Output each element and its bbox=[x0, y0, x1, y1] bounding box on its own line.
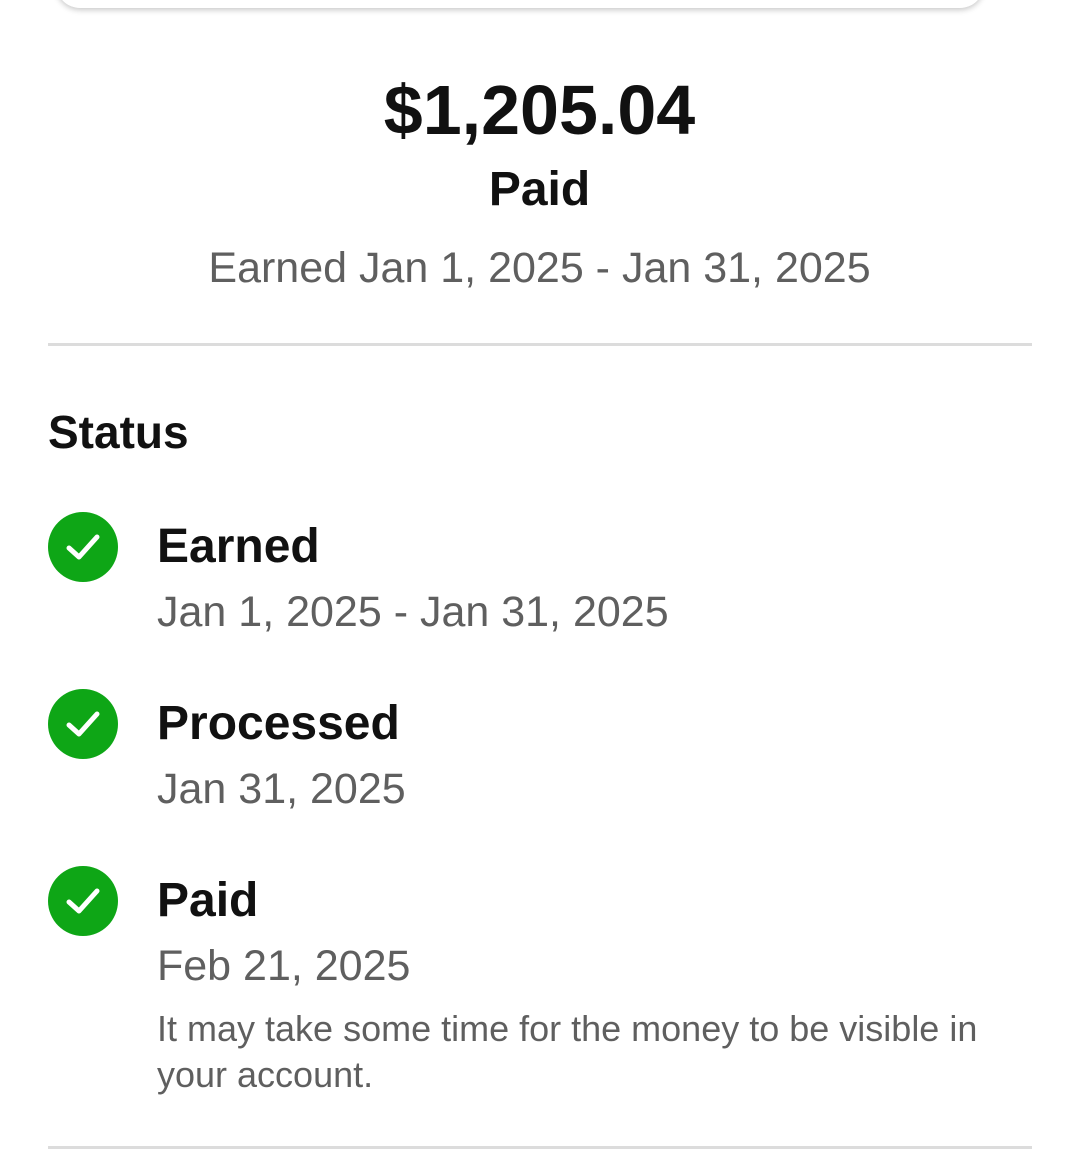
step-date: Jan 31, 2025 bbox=[157, 765, 406, 813]
earned-date-range: Earned Jan 1, 2025 - Jan 31, 2025 bbox=[208, 244, 871, 292]
status-heading: Status bbox=[48, 406, 189, 458]
divider bbox=[48, 343, 1032, 346]
payment-amount: $1,205.04 bbox=[383, 71, 696, 149]
previous-card-edge bbox=[56, 0, 984, 8]
step-title: Paid bbox=[157, 874, 259, 927]
step-title: Processed bbox=[157, 697, 400, 750]
step-note: It may take some time for the money to b… bbox=[157, 1008, 978, 1095]
check-circle-icon bbox=[48, 866, 118, 936]
check-circle-icon bbox=[48, 689, 118, 759]
step-date: Feb 21, 2025 bbox=[157, 942, 411, 990]
payment-status-label: Paid bbox=[488, 163, 591, 216]
divider bbox=[48, 1146, 1032, 1149]
check-circle-icon bbox=[48, 512, 118, 582]
step-title: Earned bbox=[157, 520, 320, 573]
step-date: Jan 1, 2025 - Jan 31, 2025 bbox=[157, 588, 669, 636]
